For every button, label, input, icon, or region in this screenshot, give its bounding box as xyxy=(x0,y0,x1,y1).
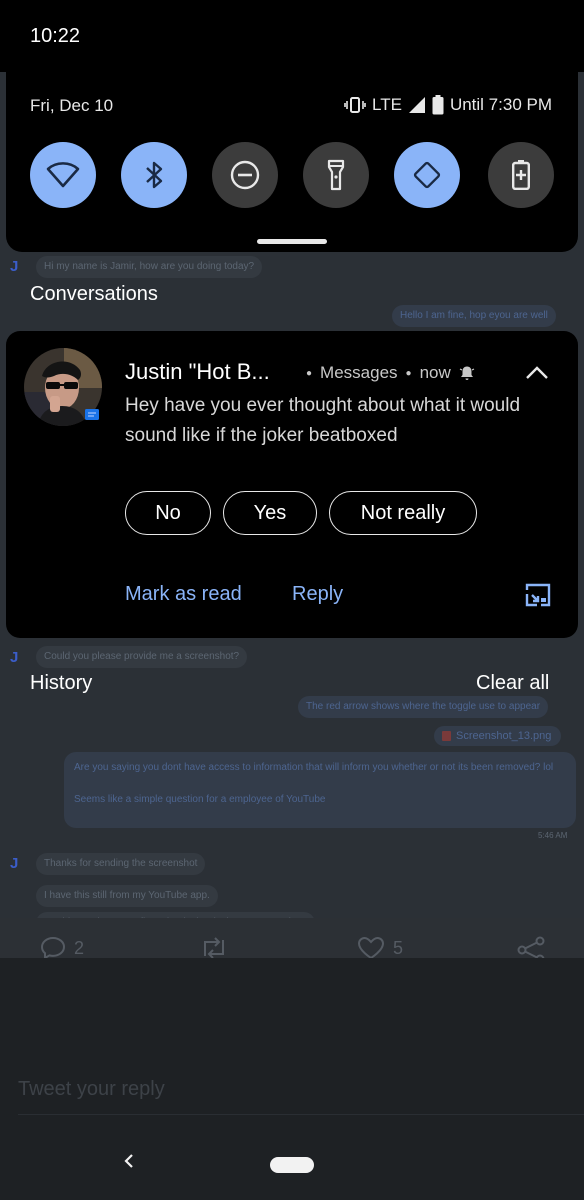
battery-text: Until 7:30 PM xyxy=(449,95,552,114)
battery-saver-tile[interactable] xyxy=(488,142,554,208)
reply-count: 2 xyxy=(74,937,85,958)
reply-area: Tweet your reply xyxy=(0,958,584,1200)
bluetooth-tile[interactable] xyxy=(121,142,187,208)
wifi-icon xyxy=(46,162,80,188)
smart-reply-not-really[interactable]: Not really xyxy=(329,491,477,535)
collapse-chevron-icon[interactable] xyxy=(524,363,550,381)
tweet-reply-input[interactable]: Tweet your reply xyxy=(18,1078,165,1101)
chat-message: Hi my name is Jamir, how are you doing t… xyxy=(36,256,263,278)
reply-button[interactable]: Reply xyxy=(292,583,343,606)
chat-message: Thanks for sending the screenshot xyxy=(36,853,206,875)
separator-dot-icon: ● xyxy=(306,367,313,379)
mark-as-read-button[interactable]: Mark as read xyxy=(125,583,242,606)
smart-reply-no[interactable]: No xyxy=(125,491,211,535)
tweet-action-bar: 2 5 xyxy=(0,918,584,964)
chat-message: The red arrow shows where the toggle use… xyxy=(298,696,549,718)
retweet-button[interactable] xyxy=(199,936,229,960)
chat-avatar: J xyxy=(10,649,19,666)
status-clock: 10:22 xyxy=(30,25,81,47)
qs-tiles xyxy=(30,142,554,208)
conversations-header: Conversations xyxy=(30,283,158,305)
bubble-icon[interactable] xyxy=(524,582,552,608)
messages-app-icon xyxy=(85,409,99,420)
qs-date[interactable]: Fri, Dec 10 xyxy=(30,96,113,116)
back-nav-icon[interactable] xyxy=(120,1152,138,1170)
notification-sender: Justin "Hot B... xyxy=(125,359,270,384)
message-notification[interactable]: Justin "Hot B... ● Messages ● now Hey ha… xyxy=(6,331,578,638)
clear-all-button[interactable]: Clear all xyxy=(476,672,549,695)
chat-message: Are you saying you dont have access to i… xyxy=(74,762,554,773)
like-count: 5 xyxy=(393,937,404,958)
notification-meta: ● Messages ● now xyxy=(306,363,475,383)
home-nav-pill[interactable] xyxy=(270,1157,314,1173)
battery-icon xyxy=(432,95,444,115)
status-bar: 10:22 xyxy=(0,0,584,72)
auto-rotate-tile[interactable] xyxy=(394,142,460,208)
chat-attachment: Screenshot_13.png xyxy=(434,726,562,746)
vibrate-icon xyxy=(344,97,366,113)
dnd-tile[interactable] xyxy=(212,142,278,208)
like-button[interactable]: 5 xyxy=(357,936,403,960)
qs-status-icons: LTE Until 7:30 PM xyxy=(344,95,552,115)
history-header: History xyxy=(30,672,93,694)
network-type: LTE xyxy=(372,95,402,114)
chat-message: Hello I am fine, hop eyou are well xyxy=(392,305,556,327)
separator-dot-icon: ● xyxy=(405,367,412,379)
chat-message: I have this still from my YouTube app. xyxy=(36,885,218,907)
chat-message-block: Are you saying you dont have access to i… xyxy=(64,752,576,828)
chat-timestamp: 5:46 AM xyxy=(538,831,568,840)
alert-bell-icon xyxy=(459,366,475,380)
notification-app: Messages xyxy=(320,363,398,382)
heart-icon xyxy=(357,936,385,960)
chat-message: Seems like a simple question for a emplo… xyxy=(74,794,326,805)
wifi-tile[interactable] xyxy=(30,142,96,208)
notification-time: now xyxy=(419,363,451,382)
notification-body: Hey have you ever thought about what it … xyxy=(125,395,521,446)
quick-settings-panel: Fri, Dec 10 LTE Until 7:30 PM xyxy=(6,72,578,252)
chat-message: Could you please provide me a screenshot… xyxy=(36,646,248,668)
retweet-icon xyxy=(204,937,224,959)
smart-reply-yes[interactable]: Yes xyxy=(223,491,317,535)
battery-saver-icon xyxy=(512,160,530,190)
bluetooth-icon xyxy=(146,161,163,189)
auto-rotate-icon xyxy=(413,161,441,189)
flashlight-tile[interactable] xyxy=(303,142,369,208)
qs-drag-handle[interactable] xyxy=(257,239,327,244)
signal-icon xyxy=(408,97,425,113)
comment-icon xyxy=(40,936,66,960)
do-not-disturb-icon xyxy=(230,160,260,190)
chat-avatar: J xyxy=(10,258,19,275)
divider xyxy=(18,1114,584,1115)
flashlight-icon xyxy=(327,159,345,191)
reply-count-button[interactable]: 2 xyxy=(40,936,84,960)
chat-avatar: J xyxy=(10,855,19,872)
